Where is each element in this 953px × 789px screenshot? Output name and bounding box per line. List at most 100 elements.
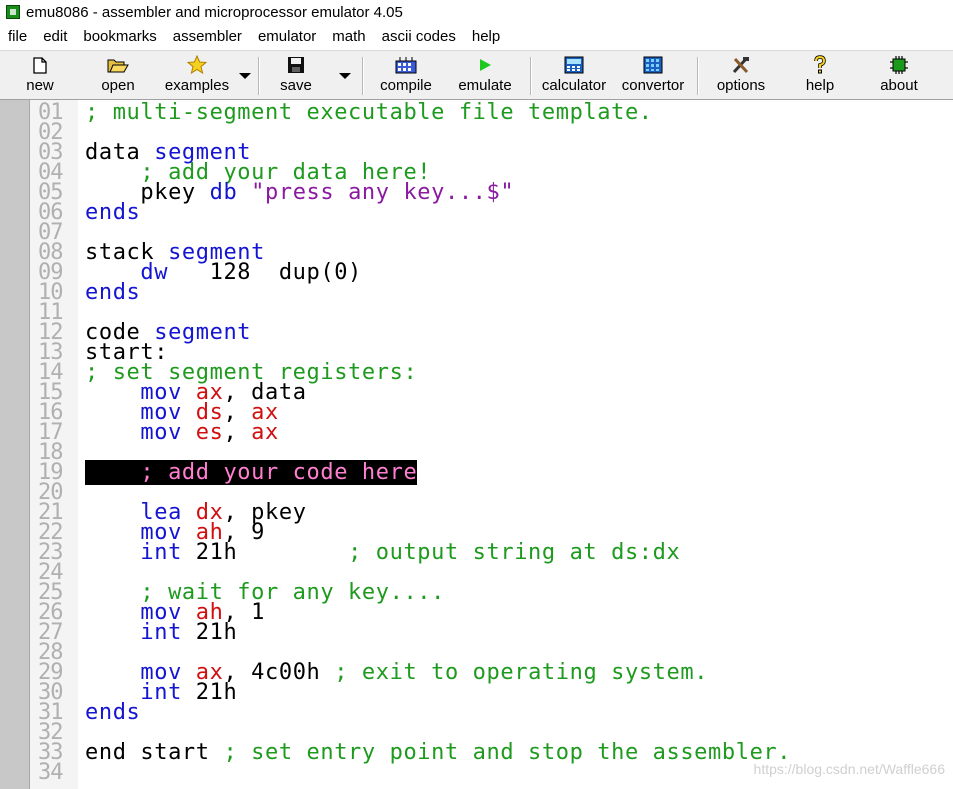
- code-text: int 21h: [85, 620, 238, 645]
- convertor-label: convertor: [621, 77, 685, 94]
- code-token: segment: [154, 320, 252, 345]
- code-token: , 4c00h: [223, 660, 335, 685]
- open-folder-icon: [107, 55, 129, 75]
- code-token: "press any key...$": [251, 180, 515, 205]
- code-token: ; set entry point and stop the assembler…: [223, 740, 792, 765]
- code-editor[interactable]: 01; multi-segment executable file templa…: [0, 100, 953, 789]
- about-label: about: [880, 77, 918, 94]
- convertor-button[interactable]: convertor: [617, 55, 689, 97]
- star-icon: [186, 55, 208, 75]
- code-line[interactable]: 09 dw 128 dup(0): [0, 260, 953, 285]
- compile-label: compile: [380, 77, 432, 94]
- save-button[interactable]: save: [275, 55, 317, 97]
- chip-icon: [888, 55, 910, 75]
- code-token: ; multi-segment executable file template…: [85, 100, 653, 125]
- menu-emulator[interactable]: emulator: [250, 24, 324, 50]
- code-text: ; add your code here: [85, 460, 418, 485]
- menu-bookmarks[interactable]: bookmarks: [75, 24, 164, 50]
- code-line[interactable]: 10 ends: [0, 280, 953, 305]
- code-line[interactable]: 23 int 21h ; output string at ds:dx: [0, 540, 953, 565]
- code-token: int: [85, 540, 196, 565]
- floppy-disk-icon: [285, 55, 307, 75]
- open-label: open: [101, 77, 135, 94]
- code-line[interactable]: 31 ends: [0, 700, 953, 725]
- toolbar-separator: [697, 57, 699, 95]
- window-title: emu8086 - assembler and microprocessor e…: [26, 3, 403, 21]
- play-icon: [474, 55, 496, 75]
- menu-file[interactable]: file: [0, 24, 35, 50]
- code-text: int 21h ; output string at ds:dx: [85, 540, 681, 565]
- tools-icon: [730, 55, 752, 75]
- code-text: ends: [85, 200, 141, 225]
- menu-math[interactable]: math: [324, 24, 373, 50]
- help-button[interactable]: help: [800, 55, 840, 97]
- open-button[interactable]: open: [96, 55, 140, 97]
- new-file-icon: [29, 55, 51, 75]
- calculator-icon: [563, 55, 585, 75]
- code-text: ; multi-segment executable file template…: [85, 100, 653, 125]
- code-token: end start: [85, 740, 224, 765]
- options-button[interactable]: options: [712, 55, 770, 97]
- options-label: options: [716, 77, 766, 94]
- toolbar-separator: [530, 57, 532, 95]
- code-text: pkey db "press any key...$": [85, 180, 515, 205]
- code-token: 21h: [195, 680, 238, 705]
- toolbar-separator: [258, 57, 260, 95]
- code-text: ends: [85, 280, 141, 305]
- new-button[interactable]: new: [20, 55, 60, 97]
- menu-assembler[interactable]: assembler: [165, 24, 250, 50]
- chip-icon: [6, 5, 20, 19]
- examples-button[interactable]: examples: [160, 55, 234, 97]
- code-text: ends: [85, 700, 141, 725]
- code-line[interactable]: 33 end start ; set entry point and stop t…: [0, 740, 953, 765]
- code-line[interactable]: 27 int 21h: [0, 620, 953, 645]
- code-line[interactable]: 19 ; add your code here: [0, 460, 953, 485]
- about-button[interactable]: about: [874, 55, 924, 97]
- help-label: help: [805, 77, 835, 94]
- title-bar: emu8086 - assembler and microprocessor e…: [0, 0, 953, 24]
- code-token: ends: [85, 280, 141, 305]
- watermark: https://blog.csdn.net/Waffle666: [753, 761, 945, 777]
- code-text: end start ; set entry point and stop the…: [85, 740, 792, 765]
- calculator-label: calculator: [541, 77, 607, 94]
- emulate-button[interactable]: emulate: [454, 55, 516, 97]
- menu-ascii-codes[interactable]: ascii codes: [374, 24, 464, 50]
- code-token: ends: [85, 200, 141, 225]
- code-token: 128 dup(0): [209, 260, 362, 285]
- calculator-button[interactable]: calculator: [538, 55, 610, 97]
- examples-dropdown-icon[interactable]: [239, 73, 251, 79]
- code-token: ax: [251, 420, 279, 445]
- save-label: save: [280, 77, 312, 94]
- code-line[interactable]: 17 mov es, ax: [0, 420, 953, 445]
- code-token: int: [85, 620, 196, 645]
- code-line[interactable]: 05 pkey db "press any key...$": [0, 180, 953, 205]
- code-line[interactable]: 06 ends: [0, 200, 953, 225]
- help-question-icon: [809, 55, 831, 75]
- code-token: 21h: [195, 540, 349, 565]
- save-dropdown-icon[interactable]: [339, 73, 351, 79]
- code-token: ; add your code here: [85, 460, 418, 485]
- code-line[interactable]: 30 int 21h: [0, 680, 953, 705]
- examples-label: examples: [164, 77, 230, 94]
- code-token: ,: [223, 420, 252, 445]
- code-token: es: [195, 420, 224, 445]
- code-token: ends: [85, 700, 141, 725]
- code-token: 21h: [195, 620, 238, 645]
- code-token: ; exit to operating system.: [334, 660, 709, 685]
- menu-help[interactable]: help: [464, 24, 508, 50]
- toolbar-separator: [362, 57, 364, 95]
- menu-bar: file edit bookmarks assembler emulator m…: [0, 24, 953, 50]
- code-token: mov: [85, 420, 196, 445]
- code-text: mov es, ax: [85, 420, 279, 445]
- menu-edit[interactable]: edit: [35, 24, 75, 50]
- code-token: ; output string at ds:dx: [348, 540, 681, 565]
- new-label: new: [26, 77, 54, 94]
- code-token: db: [209, 180, 252, 205]
- emulate-label: emulate: [458, 77, 512, 94]
- compile-icon: [395, 55, 417, 75]
- toolbar: new open examples save compile emulate c…: [0, 50, 953, 100]
- code-line[interactable]: 01; multi-segment executable file templa…: [0, 100, 953, 125]
- line-number: 34: [38, 760, 64, 785]
- compile-button[interactable]: compile: [376, 55, 436, 97]
- convertor-icon: [642, 55, 664, 75]
